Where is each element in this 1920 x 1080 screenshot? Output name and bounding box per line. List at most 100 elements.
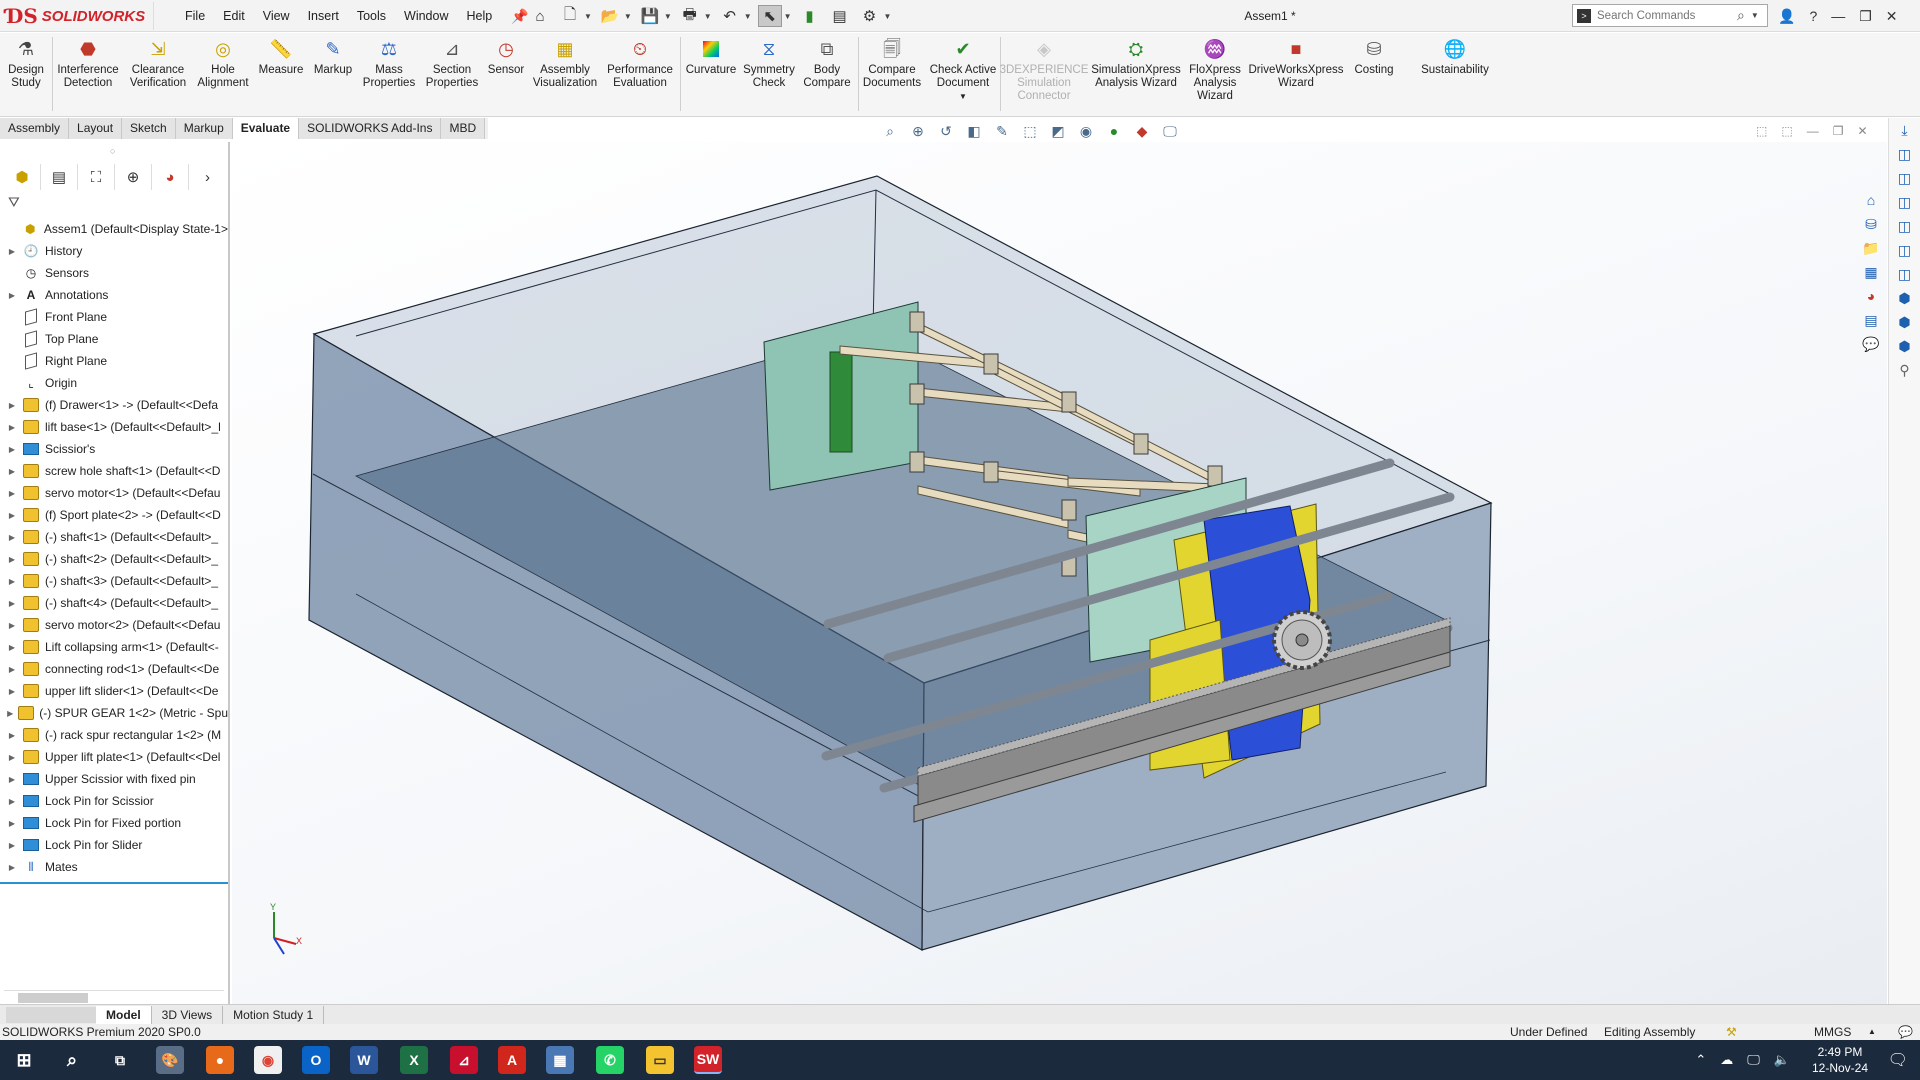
tree-item[interactable]: ▶ Lift collapsing arm<1> (Default<- — [0, 636, 228, 658]
solidworks-logo[interactable]: ƊS SOLIDWORKS — [6, 2, 154, 30]
check-active-document-button[interactable]: ✔ Check Active Document ▼ — [926, 37, 1000, 103]
tree-item[interactable]: ▶ (-) shaft<2> (Default<<Default>_ — [0, 548, 228, 570]
expand-arrow-icon[interactable]: ▶ — [6, 489, 18, 498]
tree-item[interactable]: ▶ servo motor<2> (Default<<Defau — [0, 614, 228, 636]
viewport-minimize-icon[interactable]: — — [1807, 124, 1819, 138]
expand-arrow-icon[interactable]: ▶ — [6, 841, 18, 850]
tree-item[interactable]: Top Plane — [0, 328, 228, 350]
tab-sketch[interactable]: Sketch — [122, 118, 176, 139]
expand-arrow-icon[interactable]: ▶ — [6, 533, 18, 542]
tab-assembly[interactable]: Assembly — [0, 118, 70, 139]
view-trimetric-icon[interactable]: ⬢ — [1894, 314, 1916, 334]
tab-solidworks-add-ins[interactable]: SOLIDWORKS Add-Ins — [299, 118, 442, 139]
options-gear-icon[interactable]: ⚙ — [858, 5, 882, 27]
tree-item[interactable]: ▶ Upper Scissior with fixed pin — [0, 768, 228, 790]
tree-item[interactable]: ▶ screw hole shaft<1> (Default<<D — [0, 460, 228, 482]
help-icon[interactable]: ? — [1809, 8, 1817, 24]
tree-item[interactable]: ▶ Upper lift plate<1> (Default<<Del — [0, 746, 228, 768]
expand-arrow-icon[interactable]: ▶ — [6, 709, 14, 718]
section-view-icon[interactable]: ◧ — [964, 122, 984, 140]
chevron-down-icon[interactable]: ▼ — [744, 12, 752, 21]
graphics-area[interactable]: Y X — [232, 142, 1887, 1008]
costing-button[interactable]: ⛁ Costing — [1344, 37, 1404, 77]
expand-arrow-icon[interactable]: ▶ — [6, 731, 18, 740]
menu-file[interactable]: File — [176, 0, 214, 32]
calculator-icon[interactable]: ▦ — [546, 1046, 574, 1074]
chevron-down-icon[interactable]: ▼ — [1751, 11, 1759, 20]
tree-item[interactable]: ◷ Sensors — [0, 262, 228, 284]
tab-mbd[interactable]: MBD — [441, 118, 486, 139]
chevron-down-icon[interactable]: ▼ — [624, 12, 632, 21]
view-palette-icon[interactable]: ▦ — [1860, 264, 1882, 284]
tree-item[interactable]: ▶ ⫴ Mates — [0, 856, 228, 878]
interference-detection-button[interactable]: ⬣ Interference Detection — [54, 37, 122, 90]
forum-icon[interactable]: 💬 — [1860, 336, 1882, 356]
tree-item[interactable]: ▶ A Annotations — [0, 284, 228, 306]
mass-properties-button[interactable]: ⚖ Mass Properties — [358, 37, 420, 90]
volume-icon[interactable]: 🔈 — [1774, 1052, 1790, 1068]
expand-arrow-icon[interactable]: ▶ — [6, 643, 18, 652]
tab-markup[interactable]: Markup — [175, 118, 233, 139]
property-manager-tab-icon[interactable]: ▤ — [41, 164, 79, 190]
configuration-manager-tab-icon[interactable]: ⛶ — [78, 164, 116, 190]
performance-evaluation-button[interactable]: ⏲ Performance Evaluation — [602, 37, 678, 90]
chevron-down-icon[interactable]: ▼ — [704, 12, 712, 21]
view-settings-icon[interactable]: 🖵 — [1160, 122, 1180, 140]
display-style-icon[interactable]: ◩ — [1048, 122, 1068, 140]
tree-item[interactable]: ▶ Lock Pin for Slider — [0, 834, 228, 856]
assembly-visualization-button[interactable]: ▦ Assembly Visualization — [528, 37, 602, 90]
section-properties-button[interactable]: ⊿ Section Properties — [420, 37, 484, 90]
splitter-handle[interactable]: ○ — [110, 146, 115, 156]
assembly-model[interactable]: Y X — [232, 142, 1887, 1008]
view-normal-icon[interactable]: ⤓ — [1894, 122, 1916, 142]
tree-item[interactable]: ▶ (f) Drawer<1> -> (Default<<Defa — [0, 394, 228, 416]
floxpress-button[interactable]: ♒ FloXpress Analysis Wizard — [1184, 37, 1246, 103]
tree-item[interactable]: ⌞ Origin — [0, 372, 228, 394]
3dexperience-simulation-connector-button[interactable]: ◈ 3DEXPERIENCE Simulation Connector — [1000, 37, 1089, 103]
autocad-icon[interactable]: A — [498, 1046, 526, 1074]
app-paint-icon[interactable]: 🎨 — [156, 1046, 184, 1074]
traffic-light-icon[interactable]: ▮ — [798, 5, 822, 27]
pin-icon[interactable]: 📌 — [511, 8, 528, 25]
expand-arrow-icon[interactable]: ▶ — [6, 577, 18, 586]
filter-icon[interactable]: ⛛ — [8, 194, 20, 211]
tree-item[interactable]: ▶ (-) SPUR GEAR 1<2> (Metric - Spu — [0, 702, 228, 724]
menu-tools[interactable]: Tools — [348, 0, 395, 32]
driveworksxpress-button[interactable]: ■ DriveWorksXpress Wizard — [1248, 37, 1344, 90]
file-explorer-icon[interactable]: ▭ — [646, 1046, 674, 1074]
tree-item[interactable]: ▶ (-) shaft<3> (Default<<Default>_ — [0, 570, 228, 592]
quick-tips-icon[interactable]: 💬 — [1898, 1024, 1913, 1040]
expand-arrow-icon[interactable]: ▶ — [6, 555, 18, 564]
link-view-icon[interactable]: ⚲ — [1894, 362, 1916, 382]
expand-arrow-icon[interactable]: ▶ — [6, 621, 18, 630]
zoom-to-fit-icon[interactable]: ⌕ — [880, 122, 900, 140]
file-properties-icon[interactable]: ▤ — [828, 5, 852, 27]
close-icon[interactable]: ✕ — [1886, 8, 1898, 25]
rebuild-icon[interactable]: ⚒ — [1726, 1024, 1737, 1040]
expand-arrow-icon[interactable]: ▶ — [6, 467, 18, 476]
spur-gear[interactable] — [1272, 610, 1332, 670]
symmetry-check-button[interactable]: ⧖ Symmetry Check — [740, 37, 798, 90]
tab-model[interactable]: Model — [96, 1005, 152, 1024]
expand-arrow-icon[interactable]: ▶ — [6, 775, 18, 784]
undo-icon[interactable]: ↶ — [718, 5, 742, 27]
tree-item[interactable]: ▶ (-) shaft<4> (Default<<Default>_ — [0, 592, 228, 614]
markup-button[interactable]: ✎ Markup — [308, 37, 358, 77]
expand-arrow-icon[interactable]: ▶ — [6, 687, 18, 696]
chevron-down-icon[interactable]: ▼ — [664, 12, 672, 21]
design-library-icon[interactable]: ⛁ — [1860, 216, 1882, 236]
view-bottom-icon[interactable]: ◫ — [1894, 266, 1916, 286]
appearances-icon[interactable]: ◕ — [1860, 288, 1882, 308]
onedrive-cloud-icon[interactable]: ☁ — [1720, 1052, 1733, 1068]
simulationxpress-button[interactable]: ⛭ SimulationXpress Analysis Wizard — [1090, 37, 1182, 90]
expand-arrow-icon[interactable]: ▶ — [6, 511, 18, 520]
whatsapp-icon[interactable]: ✆ — [596, 1046, 624, 1074]
file-explorer-icon[interactable]: 📁 — [1860, 240, 1882, 260]
print-icon[interactable]: 🖶 — [678, 5, 702, 27]
clearance-verification-button[interactable]: ⇲ Clearance Verification — [124, 37, 192, 90]
expand-arrow-icon[interactable]: ▶ — [6, 819, 18, 828]
sensor-button[interactable]: ◷ Sensor — [484, 37, 528, 77]
tree-item[interactable]: ▶ 🕘 History — [0, 240, 228, 262]
view-isometric-icon[interactable]: ⬢ — [1894, 290, 1916, 310]
firefox-icon[interactable]: ● — [206, 1046, 234, 1074]
